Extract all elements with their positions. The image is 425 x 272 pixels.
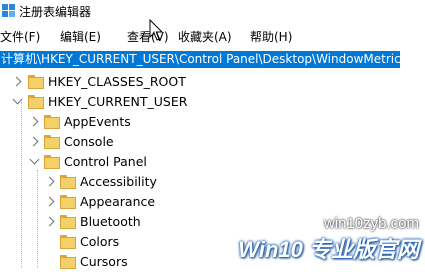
folder-icon xyxy=(60,235,76,249)
menu-help[interactable]: 帮助(H) xyxy=(250,28,292,45)
menu-favorites[interactable]: 收藏夹(A) xyxy=(178,28,232,45)
chevron-down-icon[interactable] xyxy=(29,154,40,165)
folder-icon xyxy=(60,195,76,209)
chevron-right-icon[interactable] xyxy=(44,196,55,207)
tree-node-label: Console xyxy=(64,134,114,149)
tree-guide-line xyxy=(37,170,39,268)
regedit-icon xyxy=(2,4,15,17)
tree-node-label: Cursors xyxy=(80,254,128,269)
chevron-right-icon[interactable] xyxy=(44,216,55,227)
tree-node-label: HKEY_CLASSES_ROOT xyxy=(48,74,186,89)
menu-file[interactable]: 文件(F) xyxy=(0,28,40,45)
chevron-right-icon[interactable] xyxy=(11,76,22,87)
chevron-right-icon[interactable] xyxy=(28,136,39,147)
tree-node-label: Bluetooth xyxy=(80,214,141,229)
tree-node-label: AppEvents xyxy=(64,114,131,129)
chevron-right-icon[interactable] xyxy=(28,116,39,127)
tree-node-label: HKEY_CURRENT_USER xyxy=(48,94,188,109)
folder-icon xyxy=(60,215,76,229)
tree-node-label: Appearance xyxy=(80,194,156,209)
folder-icon xyxy=(28,95,44,109)
menu-bar: 文件(F) 编辑(E) 查看(V) 收藏夹(A) 帮助(H) xyxy=(0,27,425,45)
folder-icon xyxy=(44,115,60,129)
watermark-brand: Win10 专业版官网 xyxy=(238,237,419,262)
folder-icon xyxy=(44,135,60,149)
title-bar: 注册表编辑器 xyxy=(0,0,425,24)
folder-icon xyxy=(60,255,76,269)
folder-icon xyxy=(28,75,44,89)
watermark-url: win10zyb.com xyxy=(323,215,419,232)
window-title: 注册表编辑器 xyxy=(19,5,92,19)
folder-icon xyxy=(60,175,76,189)
chevron-right-icon[interactable] xyxy=(44,176,55,187)
menu-edit[interactable]: 编辑(E) xyxy=(60,28,101,45)
menu-view[interactable]: 查看(V) xyxy=(127,28,169,45)
address-bar[interactable]: 计算机\HKEY_CURRENT_USER\Control Panel\Desk… xyxy=(0,50,425,70)
folder-icon xyxy=(44,155,60,169)
site-watermark: win10zyb.com Win10 专业版官网 xyxy=(238,215,419,264)
address-path[interactable]: 计算机\HKEY_CURRENT_USER\Control Panel\Desk… xyxy=(0,51,400,68)
tree-node-label: Accessibility xyxy=(80,174,157,189)
tree-guide-line xyxy=(21,102,23,268)
tree-node-label: Colors xyxy=(80,234,120,249)
tree-node-label: Control Panel xyxy=(64,154,147,169)
